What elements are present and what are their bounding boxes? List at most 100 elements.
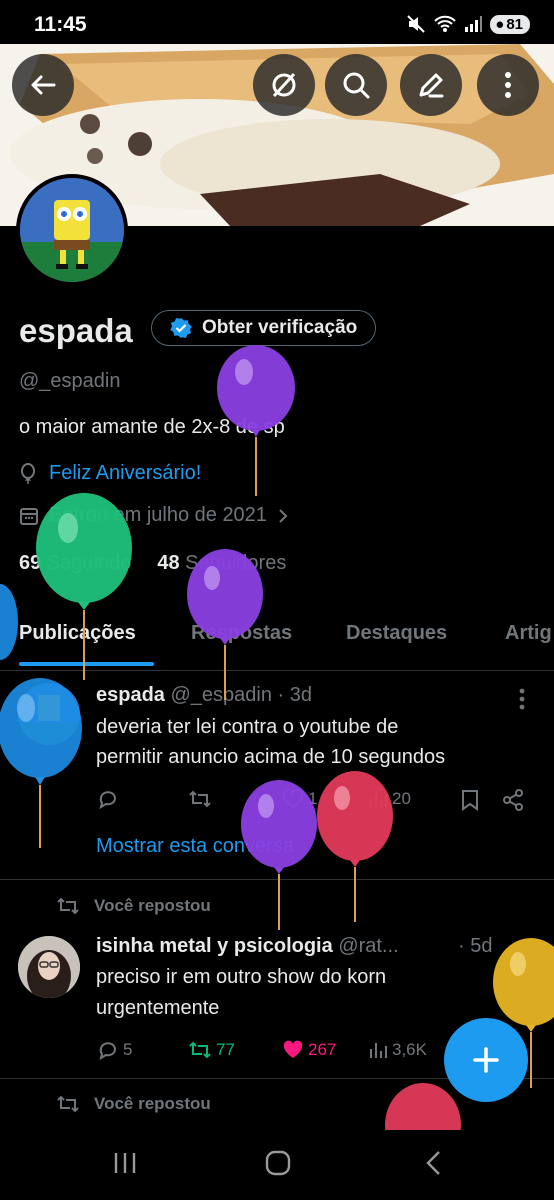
show-thread-link[interactable]: Mostrar esta conversa [96, 835, 294, 858]
tab-posts[interactable]: Publicações [19, 622, 136, 645]
like-count: 267 [308, 1040, 337, 1059]
status-icons: ● 81 [406, 14, 530, 34]
tweet-author-name[interactable]: isinha metal y psicologia [96, 935, 333, 957]
birthday-row[interactable]: Feliz Aniversário! [19, 462, 201, 485]
following-label: Seguindo [46, 552, 132, 574]
search-icon [343, 72, 370, 99]
views-button[interactable]: 20 [368, 789, 411, 809]
avatar[interactable] [16, 174, 128, 286]
tab-replies[interactable]: Respostas [191, 622, 292, 645]
repost-label: Você repostou [94, 896, 211, 915]
avatar-image [20, 178, 124, 282]
tweet-text-line-2: urgentemente [96, 997, 220, 1019]
home-icon[interactable] [264, 1149, 292, 1177]
battery-level: 81 [506, 15, 523, 33]
retweet-active-icon [189, 1041, 211, 1059]
more-vertical-icon [505, 72, 511, 98]
tweet-author-name[interactable]: espada [96, 684, 165, 706]
tab-articles[interactable]: Artig [505, 622, 552, 645]
retweet-icon [57, 1095, 79, 1113]
views-count: 3,6K [392, 1040, 427, 1059]
following-link[interactable]: 69 Seguindo [19, 552, 131, 575]
like-button[interactable]: 1 [282, 789, 317, 809]
get-verified-label: Obter verificação [202, 317, 358, 338]
repost-indicator: Você repostou [56, 1094, 211, 1114]
profile-name: espada [19, 312, 133, 349]
retweet-icon [189, 790, 211, 808]
edit-button[interactable] [400, 54, 462, 116]
birthday-text: Feliz Aniversário! [49, 462, 202, 484]
profile-bio: o maior amante de 2x-8 de sp [19, 416, 285, 438]
tweet-avatar[interactable] [18, 936, 80, 998]
battery-leaf-icon: ● [495, 15, 505, 33]
followers-label: Seguidores [185, 552, 287, 574]
compose-post-button[interactable] [444, 1018, 528, 1102]
share-icon[interactable] [502, 789, 524, 811]
calendar-icon [20, 507, 38, 525]
views-button[interactable]: 3,6K [368, 1040, 427, 1060]
mute-icon [407, 15, 425, 33]
profile-handle: @_espadin [19, 370, 121, 392]
like-count: 1 [308, 789, 318, 808]
system-nav-bar [0, 1130, 554, 1200]
reply-icon [99, 1042, 116, 1060]
repost-indicator: Você repostou [56, 896, 211, 916]
back-arrow-icon [31, 75, 56, 95]
views-icon [370, 1043, 387, 1058]
spongebob-avatar-icon [20, 178, 124, 282]
hide-media-button[interactable] [253, 54, 315, 116]
user-photo-avatar-icon [18, 936, 80, 998]
status-bar: 11:45 ● 81 [0, 0, 554, 44]
reply-button[interactable]: 5 [97, 1040, 132, 1060]
following-count: 69 [19, 552, 42, 574]
tweet-text-line-2: permitir anuncio acima de 10 segundos [96, 746, 446, 768]
joined-row[interactable]: Entrou em julho de 2021 [19, 504, 289, 527]
tweet-header: espada @_espadin · 3d [96, 684, 312, 707]
get-verified-button[interactable]: Obter verificação [151, 310, 377, 346]
signal-icon [465, 16, 483, 32]
tweet-text-line-1: preciso ir em outro show do korn [96, 966, 387, 988]
tweet-avatar[interactable] [18, 683, 80, 745]
heart-filled-icon [283, 1040, 303, 1058]
tweet-text-line-1: deveria ter lei contra o youtube de [96, 716, 399, 738]
tweet-header: isinha metal y psicologia @rat... [96, 935, 399, 958]
status-time: 11:45 [34, 13, 87, 36]
no-image-icon [272, 72, 296, 98]
retweet-button[interactable]: 77 [188, 1040, 235, 1060]
like-button[interactable]: 267 [282, 1040, 336, 1060]
plus-icon [473, 1047, 499, 1073]
back-button[interactable] [12, 54, 74, 116]
balloon-icon [21, 462, 35, 484]
tweet-time: · 3d [277, 684, 313, 706]
back-nav-icon[interactable] [424, 1149, 444, 1177]
retweet-icon [57, 897, 79, 915]
tweet-author-handle[interactable]: @_espadin [171, 684, 272, 706]
views-icon [370, 792, 387, 807]
tweet-time: · 5d [458, 935, 493, 957]
edit-icon [419, 73, 444, 98]
tweet-more-icon[interactable] [518, 688, 526, 710]
tweet-author-handle[interactable]: @rat... [338, 935, 398, 957]
reply-count: 5 [123, 1040, 133, 1059]
joined-text: Entrou em julho de 2021 [49, 504, 267, 526]
search-button[interactable] [325, 54, 387, 116]
followers-count: 48 [157, 552, 180, 574]
tab-highlights[interactable]: Destaques [346, 622, 447, 645]
active-tab-indicator [19, 662, 154, 666]
verified-badge-icon [170, 318, 192, 338]
reply-button[interactable] [97, 789, 119, 809]
retweet-count: 77 [216, 1040, 235, 1059]
followers-link[interactable]: 48 Seguidores [157, 552, 286, 575]
views-count: 20 [392, 789, 411, 808]
repost-label: Você repostou [94, 1094, 211, 1113]
reply-icon [99, 791, 116, 809]
battery-badge: ● 81 [490, 14, 530, 34]
chevron-right-icon [279, 508, 288, 523]
recent-apps-icon[interactable] [112, 1150, 138, 1176]
retweet-button[interactable] [188, 789, 212, 809]
spongebob-small-avatar-icon [18, 683, 80, 745]
bookmark-icon[interactable] [461, 789, 479, 811]
follow-stats: 69 Seguindo 48 Seguidores [19, 552, 286, 575]
more-options-button[interactable] [477, 54, 539, 116]
tweet-divider [0, 879, 554, 880]
